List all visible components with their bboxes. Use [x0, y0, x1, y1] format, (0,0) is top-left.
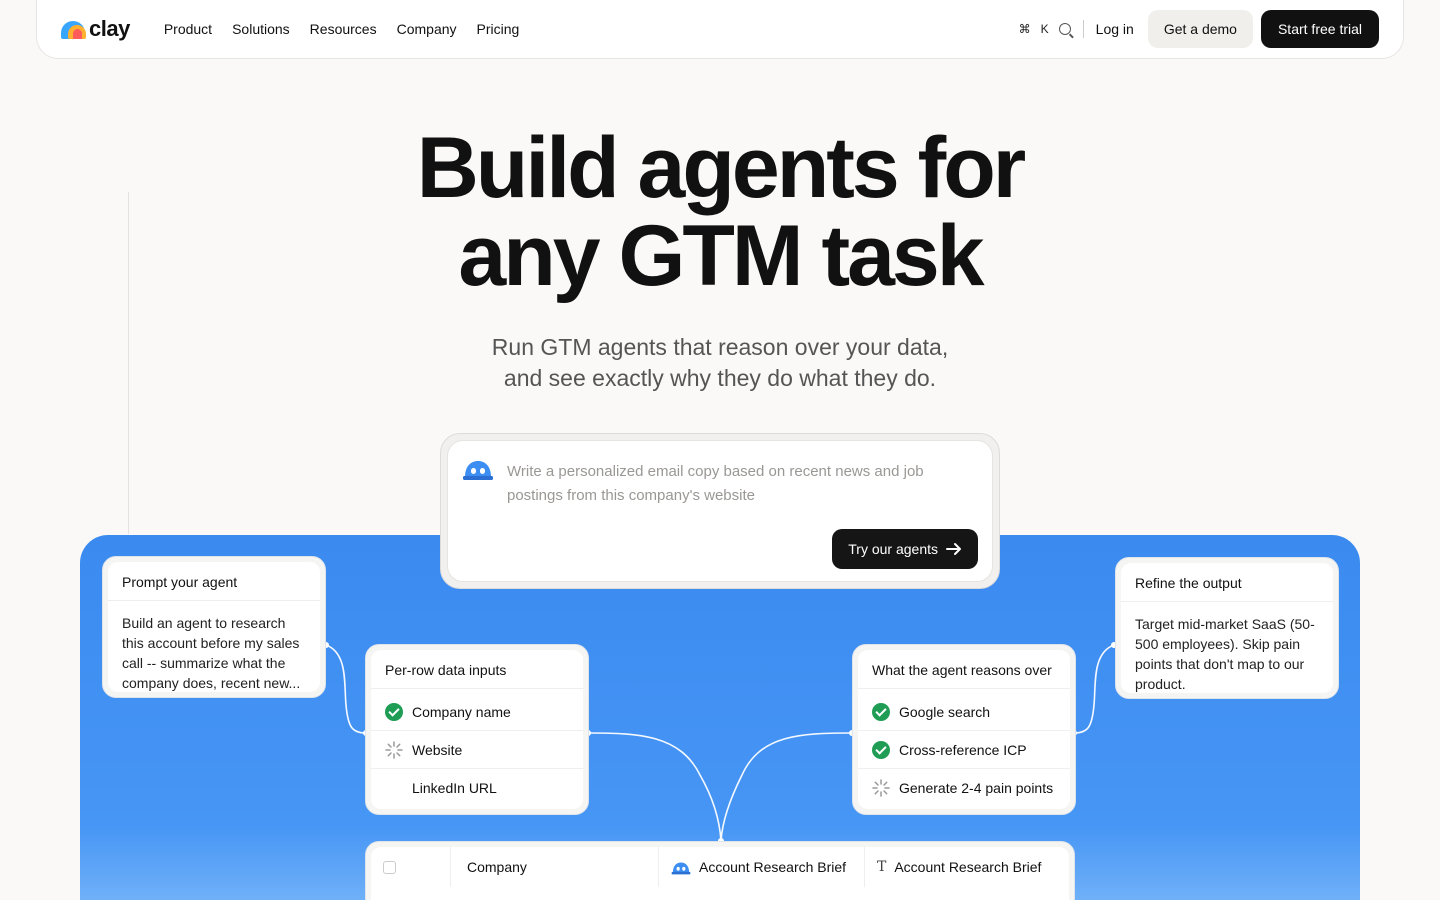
column-label: Account Research Brief [894, 859, 1042, 875]
table-header-row: Company Account Research Brief T Account… [371, 847, 1069, 900]
agent-prompt-box: Write a personalized email copy based on… [440, 433, 1000, 589]
empty-status [385, 779, 403, 797]
item-label: LinkedIn URL [412, 780, 497, 796]
brand-logo[interactable]: clay [61, 16, 130, 42]
item-label: Generate 2-4 pain points [899, 780, 1054, 796]
headline-line-1: Build agents for [416, 120, 1027, 216]
prompt-placeholder[interactable]: Write a personalized email copy based on… [507, 460, 977, 508]
agent-prompt-inner[interactable]: Write a personalized email copy based on… [447, 440, 993, 582]
try-agents-label: Try our agents [848, 541, 938, 557]
loading-spinner-icon [872, 779, 890, 797]
hero-headline: Build agents for any GTM task [0, 124, 1440, 300]
command-key-icon[interactable]: ⌘ [1019, 22, 1031, 36]
card-agent-reasoning: What the agent reasons over Google searc… [852, 644, 1076, 815]
subtitle-line-1: Run GTM agents that reason over your dat… [491, 334, 949, 360]
column-label: Company [467, 859, 527, 875]
agent-robot-icon [671, 862, 691, 874]
search-icon[interactable] [1058, 23, 1071, 35]
nav-actions: ⌘ K Log in Get a demo Start free trial [1019, 10, 1379, 48]
start-trial-button[interactable]: Start free trial [1260, 10, 1379, 48]
card-title: Refine the output [1121, 563, 1333, 602]
text-type-icon: T [877, 859, 887, 875]
list-item: Website [371, 731, 583, 769]
shortcut-k[interactable]: K [1041, 22, 1049, 36]
card-body: Build an agent to research this account … [122, 615, 301, 691]
results-table: Company Account Research Brief T Account… [365, 841, 1075, 900]
headline-line-2: any GTM task [458, 208, 984, 304]
list-item: Google search [858, 693, 1070, 731]
column-header-research-brief-text[interactable]: T Account Research Brief [865, 847, 1069, 887]
top-nav: clay Product Solutions Resources Company… [36, 0, 1404, 59]
hero-subtitle: Run GTM agents that reason over your dat… [0, 332, 1440, 394]
card-body: Target mid-market SaaS (50-500 employees… [1135, 616, 1315, 692]
subtitle-line-2: and see exactly why they do what they do… [503, 365, 937, 391]
card-title: Per-row data inputs [371, 650, 583, 689]
column-header-research-brief-agent[interactable]: Account Research Brief [659, 847, 865, 887]
item-label: Cross-reference ICP [899, 741, 1027, 758]
nav-resources[interactable]: Resources [310, 21, 377, 37]
list-item: Cross-reference ICP [858, 731, 1070, 769]
card-title: Prompt your agent [108, 562, 320, 601]
column-label: Account Research Brief [699, 859, 847, 875]
login-link[interactable]: Log in [1096, 21, 1134, 37]
item-label: Google search [899, 703, 991, 720]
card-data-inputs: Per-row data inputs Company name Website [365, 644, 589, 815]
brand-name: clay [89, 16, 130, 41]
select-all-checkbox[interactable] [383, 860, 396, 874]
select-all-cell [371, 847, 451, 887]
card-refine-output: Refine the output Target mid-market SaaS… [1115, 557, 1339, 699]
card-title: What the agent reasons over [858, 650, 1070, 689]
loading-spinner-icon [385, 740, 403, 759]
list-item: LinkedIn URL [371, 769, 583, 807]
check-circle-icon [872, 740, 890, 759]
nav-solutions[interactable]: Solutions [232, 21, 290, 37]
try-agents-button[interactable]: Try our agents [832, 529, 978, 569]
nav-pricing[interactable]: Pricing [477, 21, 520, 37]
column-header-company[interactable]: Company [451, 847, 659, 887]
list-item: Generate 2-4 pain points [858, 769, 1070, 807]
item-label: Company name [412, 703, 511, 720]
agent-robot-icon [463, 461, 493, 480]
check-circle-icon [385, 702, 403, 721]
item-label: Website [412, 741, 463, 758]
nav-company[interactable]: Company [397, 21, 457, 37]
divider [1082, 20, 1084, 38]
arrow-right-icon [946, 543, 961, 555]
card-prompt-agent: Prompt your agent Build an agent to rese… [102, 556, 326, 698]
nav-links: Product Solutions Resources Company Pric… [164, 21, 519, 37]
get-demo-button[interactable]: Get a demo [1147, 10, 1253, 48]
nav-product[interactable]: Product [164, 21, 212, 37]
clay-logo-icon [61, 19, 87, 39]
list-item: Company name [371, 693, 583, 731]
check-circle-icon [872, 702, 890, 721]
